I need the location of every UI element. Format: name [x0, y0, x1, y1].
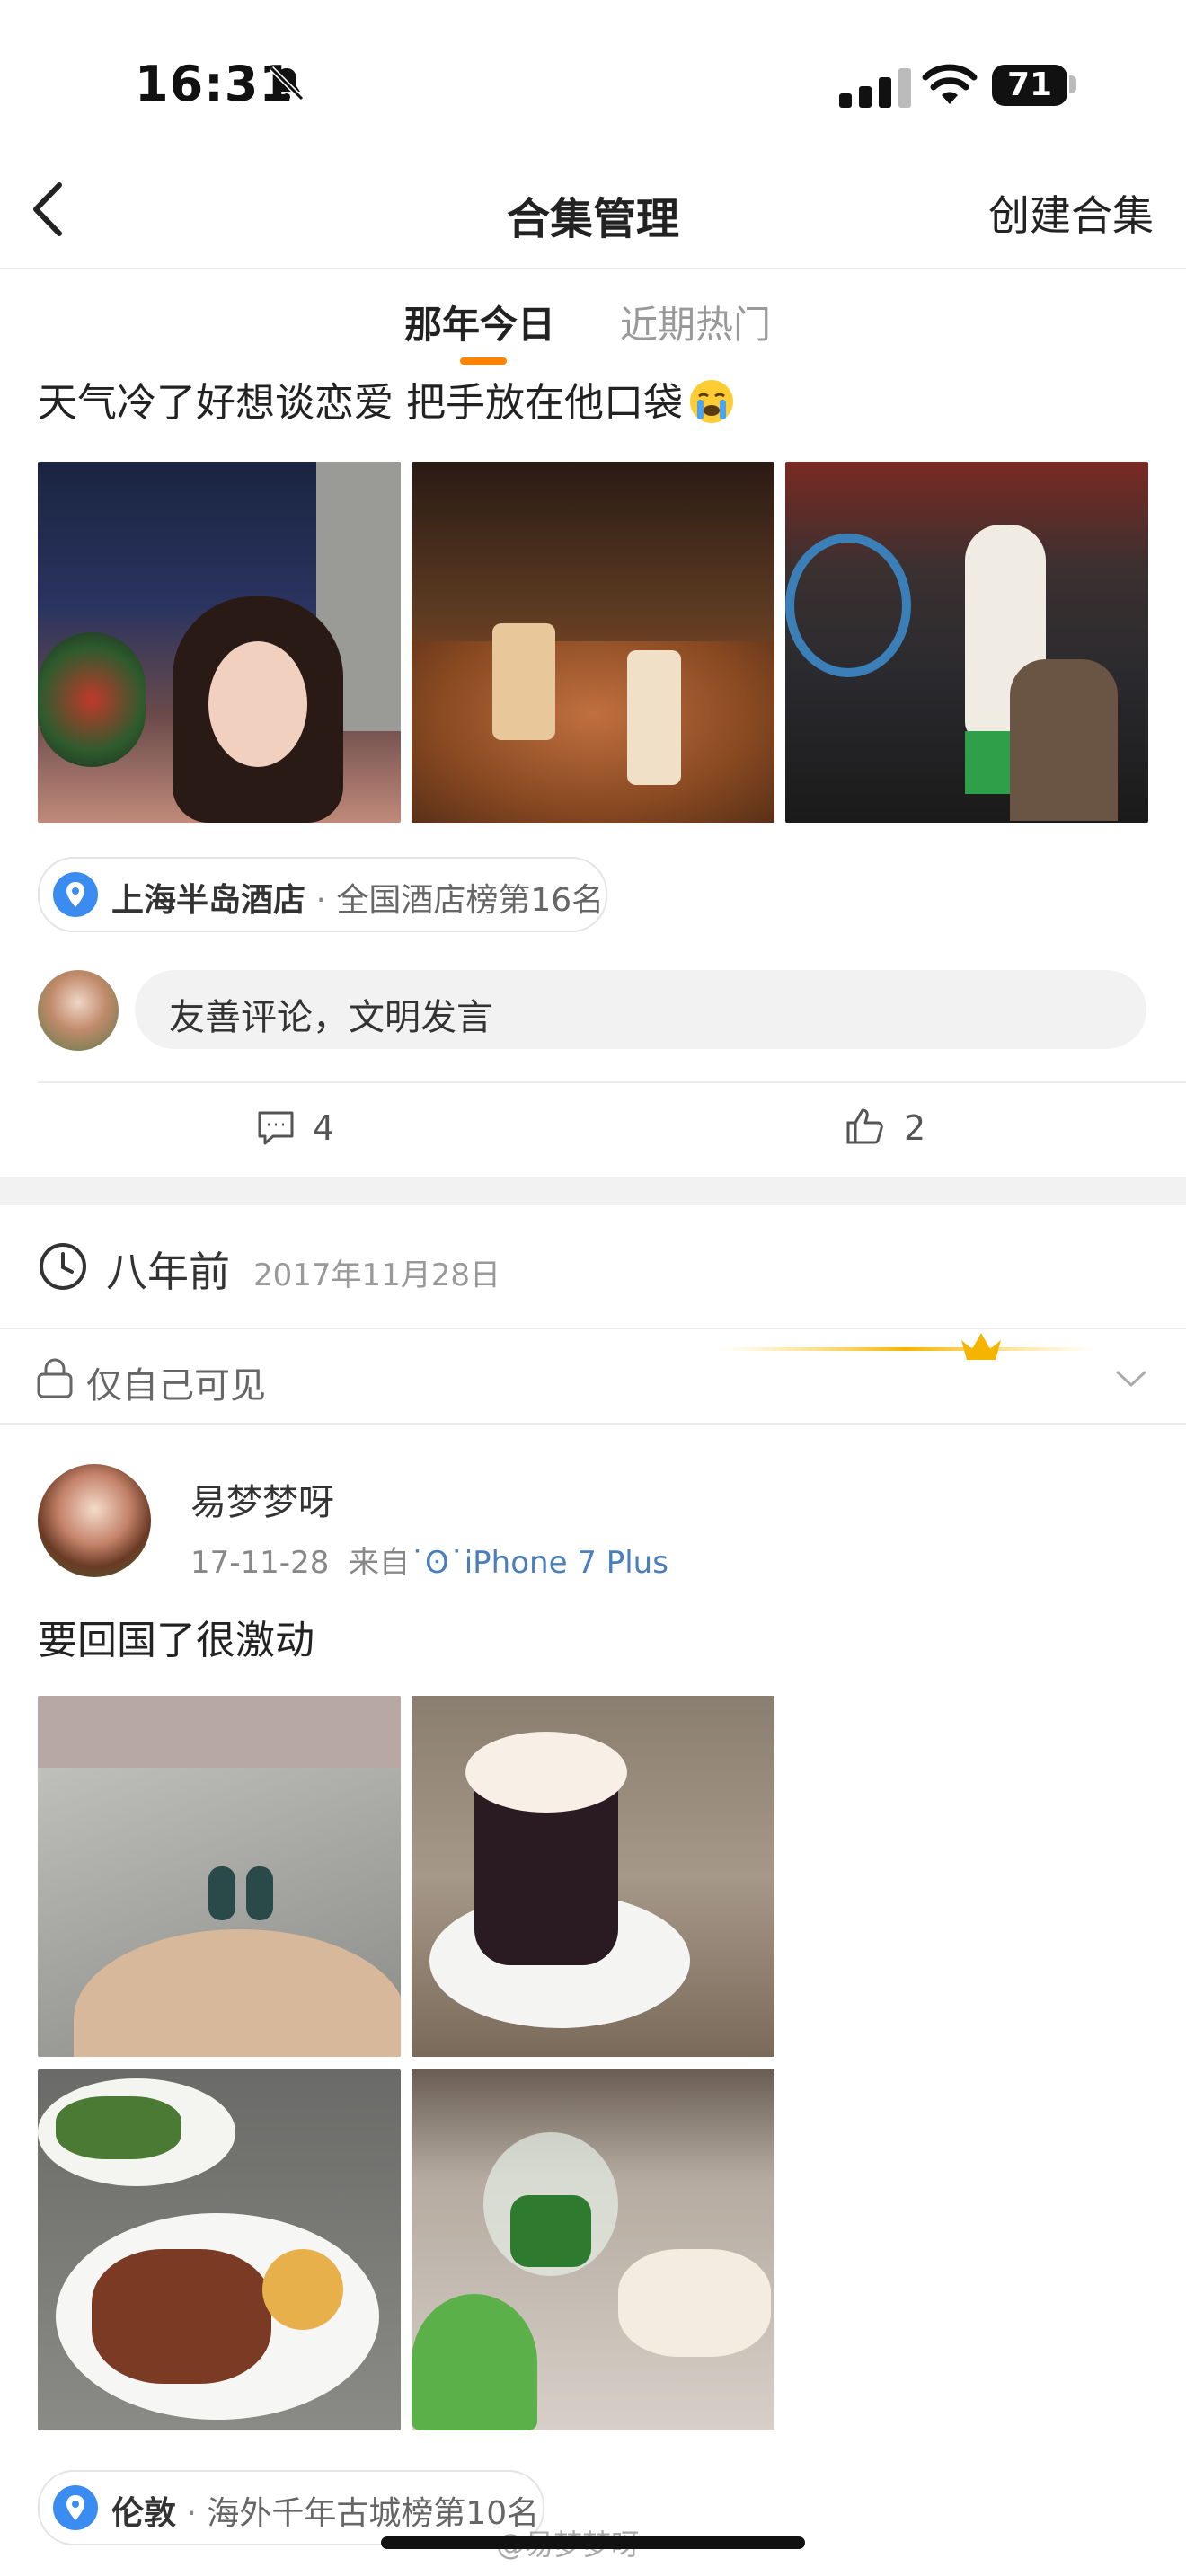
location-tag[interactable]: 上海半岛酒店 · 全国酒店榜第16名 — [38, 857, 607, 932]
memory-date: 2017年11月28日 — [253, 1257, 501, 1293]
photo-detail — [208, 1866, 235, 1920]
photo-detail — [412, 2294, 537, 2430]
photo-detail — [465, 1732, 627, 1813]
create-collection-button[interactable]: 创建合集 — [988, 183, 1154, 243]
post-text: 天气冷了好想谈恋爱 把手放在他口袋 — [38, 370, 735, 428]
photo-detail — [618, 2249, 771, 2357]
photo-detail — [74, 1929, 401, 2057]
post-photo[interactable] — [412, 1696, 774, 2057]
username[interactable]: 易梦梦呀 — [190, 1473, 334, 1525]
location-rank: 全国酒店榜第16名 — [336, 882, 605, 919]
avatar[interactable] — [38, 970, 119, 1051]
post-meta: 17-11-28 来自˙ʘ˙iPhone 7 Plus — [190, 1538, 668, 1582]
source-prefix: 来自 — [348, 1545, 410, 1581]
crown-icon — [719, 1333, 1096, 1360]
post-time: 17-11-28 — [190, 1545, 330, 1581]
tab-on-this-day[interactable]: 那年今日 — [404, 295, 555, 349]
divider — [0, 1423, 1186, 1425]
location-name: 伦敦 · 海外千年古城榜第10名 — [111, 2495, 540, 2532]
photo-detail — [56, 2096, 181, 2159]
years-ago-label: 八年前 — [106, 1248, 230, 1296]
photo-detail — [412, 641, 774, 823]
location-rank: 海外千年古城榜第10名 — [207, 2495, 540, 2532]
visibility-label[interactable]: 仅自己可见 — [86, 1356, 266, 1408]
photo-detail — [38, 1696, 401, 1768]
comment-icon[interactable] — [255, 1107, 296, 1148]
location-name: 上海半岛酒店 · 全国酒店榜第16名 — [111, 882, 605, 919]
wifi-icon — [922, 64, 978, 104]
cellular-signal-icon — [839, 68, 911, 108]
post-photo[interactable] — [38, 1696, 401, 2057]
divider — [38, 1081, 1186, 1083]
bell-muted-icon — [269, 66, 305, 101]
post-text-content: 天气冷了好想谈恋爱 把手放在他口袋 — [38, 380, 683, 426]
photo-detail — [785, 534, 911, 677]
post-text: 要回国了很激动 — [38, 1618, 314, 1663]
comment-count[interactable]: 4 — [313, 1108, 334, 1148]
location-title: 上海半岛酒店 — [111, 882, 306, 919]
battery-tip — [1069, 75, 1076, 93]
like-count[interactable]: 2 — [904, 1108, 925, 1148]
photo-detail — [492, 623, 555, 740]
tab-recent-hot[interactable]: 近期热门 — [620, 295, 771, 349]
nav-divider — [0, 268, 1186, 269]
photo-detail — [627, 650, 681, 785]
post-photo[interactable] — [412, 462, 774, 823]
tab-indicator — [460, 357, 507, 365]
post-photo[interactable] — [38, 2069, 401, 2430]
post-photo[interactable] — [412, 2069, 774, 2430]
post-photo[interactable] — [38, 462, 401, 823]
location-pin-icon — [53, 2485, 98, 2530]
crying-face-icon — [690, 380, 733, 423]
photo-detail — [510, 2195, 591, 2267]
location-pin-icon — [53, 872, 98, 917]
avatar[interactable] — [38, 1464, 151, 1577]
lock-icon — [37, 1358, 73, 1398]
comment-placeholder: 友善评论，文明发言 — [169, 997, 492, 1038]
clock-icon — [40, 1243, 86, 1290]
photo-detail — [246, 1866, 273, 1920]
location-title: 伦敦 — [111, 2495, 177, 2532]
comment-input[interactable]: 友善评论，文明发言 — [135, 970, 1146, 1049]
location-tag[interactable]: 伦敦 · 海外千年古城榜第10名 — [38, 2470, 544, 2545]
post-photo[interactable] — [785, 462, 1148, 823]
post-source[interactable]: ˙ʘ˙iPhone 7 Plus — [410, 1545, 668, 1581]
photo-detail — [1010, 659, 1118, 821]
photo-detail — [262, 2249, 343, 2330]
battery-indicator: 71 — [992, 65, 1067, 106]
photo-detail — [92, 2249, 271, 2384]
thumbs-up-icon[interactable] — [845, 1105, 886, 1146]
chevron-down-icon[interactable] — [1114, 1365, 1148, 1392]
section-separator — [0, 1177, 1186, 1205]
photo-detail — [208, 641, 307, 767]
photo-detail — [38, 632, 146, 767]
home-indicator[interactable] — [381, 2536, 805, 2549]
